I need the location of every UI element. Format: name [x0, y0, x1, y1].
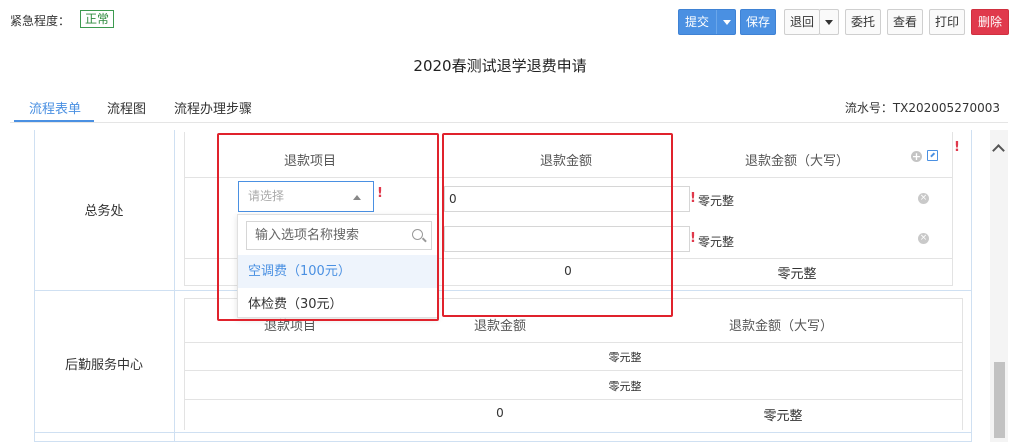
- dept-column-divider: [174, 130, 175, 442]
- section-divider: [34, 432, 972, 433]
- col-header-refund-amount-words: 退款金额（大写）: [728, 319, 833, 334]
- table-row-divider: [184, 370, 962, 371]
- total-amount: 0: [496, 406, 504, 420]
- chevron-down-icon: [825, 20, 833, 25]
- table-header-divider: [184, 342, 962, 343]
- total-amount-words: 零元整: [763, 409, 803, 424]
- refund-amount-words: 零元整: [608, 380, 642, 393]
- table-row-divider: [184, 399, 962, 400]
- submit-dropdown-caret-icon[interactable]: [723, 20, 731, 25]
- col-header-refund-amount-words: 退款金额（大写）: [744, 154, 849, 169]
- import-icon[interactable]: [927, 150, 938, 161]
- tab-process-form[interactable]: 流程表单: [29, 98, 81, 117]
- delete-button[interactable]: 删除: [971, 9, 1009, 35]
- total-amount-words: 零元整: [777, 267, 817, 282]
- refund-amount-words: 零元整: [698, 235, 735, 249]
- refund-amount-words: 零元整: [608, 351, 642, 364]
- tabs-divider: [10, 122, 1008, 123]
- submit-label: 提交: [685, 15, 710, 29]
- return-button[interactable]: 退回: [784, 9, 820, 35]
- dept-label-general-affairs: 总务处: [84, 204, 124, 219]
- table-border: [952, 132, 953, 286]
- refund-amount-words: 零元整: [698, 194, 735, 208]
- highlight-box-item-column: [217, 133, 439, 321]
- page-title: 2020春测试退学退费申请: [413, 57, 587, 75]
- serial-number: 流水号：TX202005270003: [844, 101, 1000, 115]
- urgency-label: 紧急程度：: [10, 14, 71, 28]
- remove-row-icon[interactable]: ×: [918, 193, 929, 204]
- view-button[interactable]: 查看: [887, 9, 923, 35]
- submit-button[interactable]: 提交: [678, 9, 736, 35]
- remove-row-icon[interactable]: ×: [918, 233, 929, 244]
- return-dropdown-button[interactable]: [819, 9, 839, 35]
- delegate-button[interactable]: 委托: [845, 9, 881, 35]
- tab-process-steps[interactable]: 流程办理步骤: [174, 98, 252, 117]
- required-mark: !: [954, 140, 960, 155]
- tab-flowchart[interactable]: 流程图: [107, 98, 146, 117]
- required-mark: !: [690, 231, 696, 246]
- col-header-refund-amount: 退款金额: [473, 319, 526, 334]
- table-border: [184, 132, 185, 286]
- scrollbar-thumb[interactable]: [994, 362, 1005, 438]
- highlight-box-amount-column: [442, 133, 673, 317]
- required-mark: !: [690, 191, 696, 206]
- add-row-icon[interactable]: +: [911, 151, 922, 162]
- submit-split-divider: [716, 10, 717, 34]
- print-button[interactable]: 打印: [929, 9, 965, 35]
- table-border: [962, 298, 963, 430]
- dept-label-logistics-center: 后勤服务中心: [64, 358, 143, 373]
- urgency-badge: 正常: [80, 10, 115, 28]
- save-button[interactable]: 保存: [740, 9, 776, 35]
- table-border: [184, 298, 185, 430]
